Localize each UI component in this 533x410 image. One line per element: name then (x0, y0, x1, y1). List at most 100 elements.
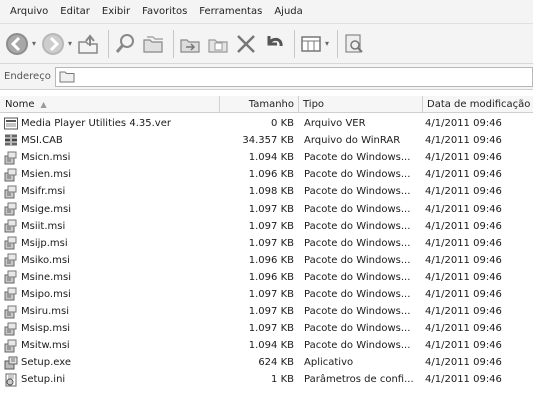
file-name-cell: Msifr.msi (0, 185, 220, 199)
file-size: 1.097 KB (248, 237, 294, 249)
file-row[interactable]: Msien.msi 1.096 KB Pacote do Windows... … (0, 166, 533, 183)
file-name-cell: Msine.msi (0, 270, 220, 284)
file-name-cell: MSI.CAB (0, 134, 220, 148)
file-name-cell: Msiit.msi (0, 219, 220, 233)
views-dropdown-icon[interactable]: ▾ (325, 39, 329, 48)
scan-button[interactable] (342, 28, 366, 60)
file-size: 1.096 KB (248, 271, 294, 283)
forward-button[interactable]: ▾ (40, 28, 72, 60)
file-name: Msipo.msi (21, 288, 71, 300)
column-header: Nome ▲ Tamanho Tipo Data de modificação (0, 96, 533, 113)
move-to-button[interactable] (178, 28, 202, 60)
menu-exibir[interactable]: Exibir (96, 0, 136, 24)
file-row[interactable]: Setup.ini 1 KB Parâmetros de confi... 4/… (0, 371, 533, 388)
ver-file-icon (3, 117, 19, 131)
menu-ferramentas[interactable]: Ferramentas (193, 0, 268, 24)
file-row[interactable]: Msige.msi 1.097 KB Pacote do Windows... … (0, 200, 533, 217)
file-list: Media Player Utilities 4.35.ver 0 KB Arq… (0, 115, 533, 389)
file-name-cell: Msisp.msi (0, 322, 220, 336)
column-header-size[interactable]: Tamanho (220, 96, 299, 113)
menu-editar[interactable]: Editar (54, 0, 96, 24)
file-type: Pacote do Windows... (304, 152, 411, 164)
file-name-cell: Msipo.msi (0, 287, 220, 301)
file-size: 1.098 KB (248, 186, 294, 198)
file-row[interactable]: MSI.CAB 34.357 KB Arquivo do WinRAR 4/1/… (0, 132, 533, 149)
undo-icon (267, 35, 283, 46)
file-row[interactable]: Msipo.msi 1.097 KB Pacote do Windows... … (0, 286, 533, 303)
file-type: Pacote do Windows... (304, 254, 411, 266)
move-to-icon (180, 38, 200, 53)
search-button[interactable] (113, 28, 137, 60)
column-header-type[interactable]: Tipo (299, 96, 423, 113)
file-type: Pacote do Windows... (304, 306, 411, 318)
file-row[interactable]: Media Player Utilities 4.35.ver 0 KB Arq… (0, 115, 533, 132)
file-size: 1.097 KB (248, 220, 294, 232)
file-date: 4/1/2011 09:46 (425, 135, 502, 147)
file-size: 1 KB (271, 374, 294, 386)
back-dropdown-icon[interactable]: ▾ (32, 39, 36, 48)
file-row[interactable]: Setup.exe 624 KB Aplicativo 4/1/2011 09:… (0, 354, 533, 371)
msi-package-icon (3, 339, 19, 353)
file-row[interactable]: Msitw.msi 1.094 KB Pacote do Windows... … (0, 337, 533, 354)
delete-button[interactable] (234, 28, 258, 60)
file-date: 4/1/2011 09:46 (425, 152, 502, 164)
menu-ajuda[interactable]: Ajuda (268, 0, 308, 24)
file-date: 4/1/2011 09:46 (425, 237, 502, 249)
toolbar-separator (173, 29, 175, 58)
msi-package-icon (3, 287, 19, 301)
back-icon (6, 32, 28, 55)
file-row[interactable]: Msiko.msi 1.096 KB Pacote do Windows... … (0, 252, 533, 269)
msi-package-icon (3, 202, 19, 216)
file-name-cell: Msitw.msi (0, 339, 220, 353)
address-label: Endereço (4, 71, 51, 82)
toolbar-separator (337, 29, 339, 58)
copy-to-button[interactable] (206, 28, 230, 60)
file-name: Media Player Utilities 4.35.ver (21, 118, 171, 130)
views-button[interactable]: ▾ (299, 28, 329, 60)
back-button[interactable]: ▾ (4, 28, 36, 60)
file-row[interactable]: Msijp.msi 1.097 KB Pacote do Windows... … (0, 235, 533, 252)
sort-ascending-icon: ▲ (40, 100, 47, 109)
folder-icon (59, 71, 75, 83)
file-name: Msiit.msi (21, 220, 66, 232)
file-size: 34.357 KB (242, 135, 294, 147)
file-row[interactable]: Msiit.msi 1.097 KB Pacote do Windows... … (0, 218, 533, 235)
menu-arquivo[interactable]: Arquivo (4, 0, 54, 24)
file-row[interactable]: Msicn.msi 1.094 KB Pacote do Windows... … (0, 149, 533, 166)
file-name: Msitw.msi (21, 340, 70, 352)
forward-dropdown-icon[interactable]: ▾ (68, 39, 72, 48)
file-name-cell: Msien.msi (0, 168, 220, 182)
file-name: Msien.msi (21, 169, 72, 181)
address-field[interactable] (54, 66, 533, 87)
folders-button[interactable] (141, 28, 165, 60)
file-name: Setup.ini (21, 374, 66, 386)
file-size: 1.096 KB (248, 169, 294, 181)
forward-icon (42, 32, 65, 55)
file-row[interactable]: Msiru.msi 1.097 KB Pacote do Windows... … (0, 303, 533, 320)
file-type: Pacote do Windows... (304, 186, 411, 198)
column-header-name[interactable]: Nome ▲ (0, 96, 220, 113)
column-header-date[interactable]: Data de modificação (423, 96, 533, 113)
search-icon (115, 33, 135, 53)
file-type: Pacote do Windows... (304, 237, 411, 249)
file-date: 4/1/2011 09:46 (425, 306, 502, 318)
undo-button[interactable] (262, 28, 286, 60)
file-row[interactable]: Msine.msi 1.096 KB Pacote do Windows... … (0, 269, 533, 286)
scan-icon (345, 33, 363, 53)
file-row[interactable]: Msisp.msi 1.097 KB Pacote do Windows... … (0, 320, 533, 337)
msi-package-icon (3, 305, 19, 319)
file-size: 1.094 KB (248, 152, 294, 164)
menu-favoritos[interactable]: Favoritos (136, 0, 193, 24)
up-folder-button[interactable] (76, 28, 100, 60)
toolbar-separator (294, 29, 296, 58)
file-row[interactable]: Msifr.msi 1.098 KB Pacote do Windows... … (0, 183, 533, 200)
file-name: MSI.CAB (21, 135, 63, 147)
file-size: 1.097 KB (248, 323, 294, 335)
file-size: 0 KB (271, 118, 294, 130)
address-bar: Endereço (0, 64, 533, 90)
msi-package-icon (3, 253, 19, 267)
msi-package-icon (3, 219, 19, 233)
file-date: 4/1/2011 09:46 (425, 357, 502, 369)
file-date: 4/1/2011 09:46 (425, 186, 502, 198)
file-type: Pacote do Windows... (304, 169, 411, 181)
